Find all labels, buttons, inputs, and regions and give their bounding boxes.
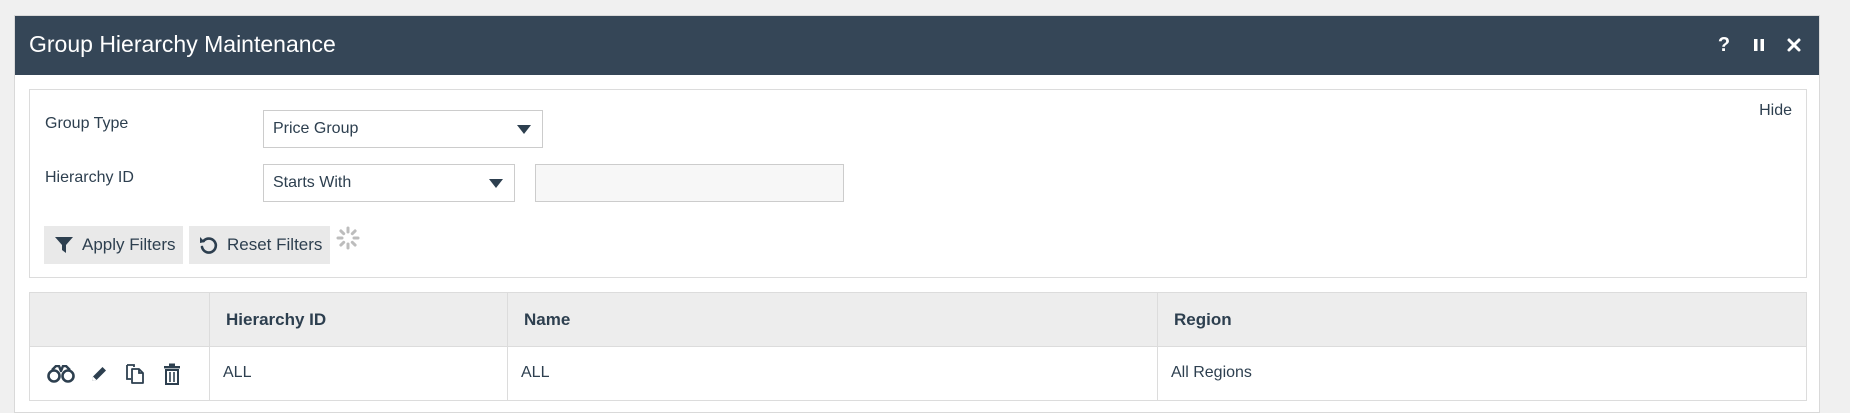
apply-filters-label: Apply Filters <box>82 235 176 254</box>
column-header-name[interactable]: Name <box>508 293 1158 346</box>
title-bar: Group Hierarchy Maintenance ? <box>15 16 1819 75</box>
hierarchy-id-label: Hierarchy ID <box>45 169 134 186</box>
filter-panel: Hide Group Type Price Group Hierarchy ID… <box>29 89 1807 278</box>
group-type-value: Price Group <box>273 120 359 137</box>
delete-icon[interactable] <box>159 361 185 387</box>
cell-region: All Regions <box>1171 364 1252 381</box>
hierarchy-id-operator-select[interactable]: Starts With <box>263 164 515 202</box>
group-type-select[interactable]: Price Group <box>263 110 543 148</box>
cell-name: ALL <box>508 347 1158 400</box>
hide-filters-link[interactable]: Hide <box>1759 102 1792 120</box>
cell-hierarchy-id: ALL <box>210 347 508 400</box>
undo-icon <box>197 233 221 257</box>
close-icon[interactable] <box>1781 32 1807 58</box>
chevron-down-icon <box>489 179 503 188</box>
pause-icon[interactable] <box>1746 32 1772 58</box>
reset-filters-button[interactable]: Reset Filters <box>189 226 330 264</box>
filter-icon <box>52 233 76 257</box>
row-actions-cell <box>30 347 210 400</box>
hierarchy-id-operator-value: Starts With <box>273 174 352 191</box>
help-button[interactable]: ? <box>1711 32 1737 58</box>
edit-icon[interactable] <box>86 361 112 387</box>
view-icon[interactable] <box>46 361 76 387</box>
grid-header: Hierarchy ID Name Region <box>30 293 1806 347</box>
copy-icon[interactable] <box>122 361 148 387</box>
apply-filters-button[interactable]: Apply Filters <box>44 226 183 264</box>
group-type-label: Group Type <box>45 115 129 132</box>
table-row: ALL ALL All Regions <box>30 347 1806 400</box>
reset-filters-label: Reset Filters <box>227 235 323 254</box>
hierarchy-id-input[interactable] <box>535 164 844 202</box>
window-title: Group Hierarchy Maintenance <box>29 31 336 57</box>
hierarchy-grid: Hierarchy ID Name Region ALL ALL All Reg… <box>29 292 1807 401</box>
dialog-window: Group Hierarchy Maintenance ? Hide Group… <box>14 15 1820 413</box>
column-header-actions <box>30 293 210 346</box>
column-header-region[interactable]: Region <box>1158 293 1806 346</box>
loading-spinner-icon <box>336 226 360 250</box>
column-header-hierarchy-id[interactable]: Hierarchy ID <box>210 293 508 346</box>
chevron-down-icon <box>517 125 531 134</box>
